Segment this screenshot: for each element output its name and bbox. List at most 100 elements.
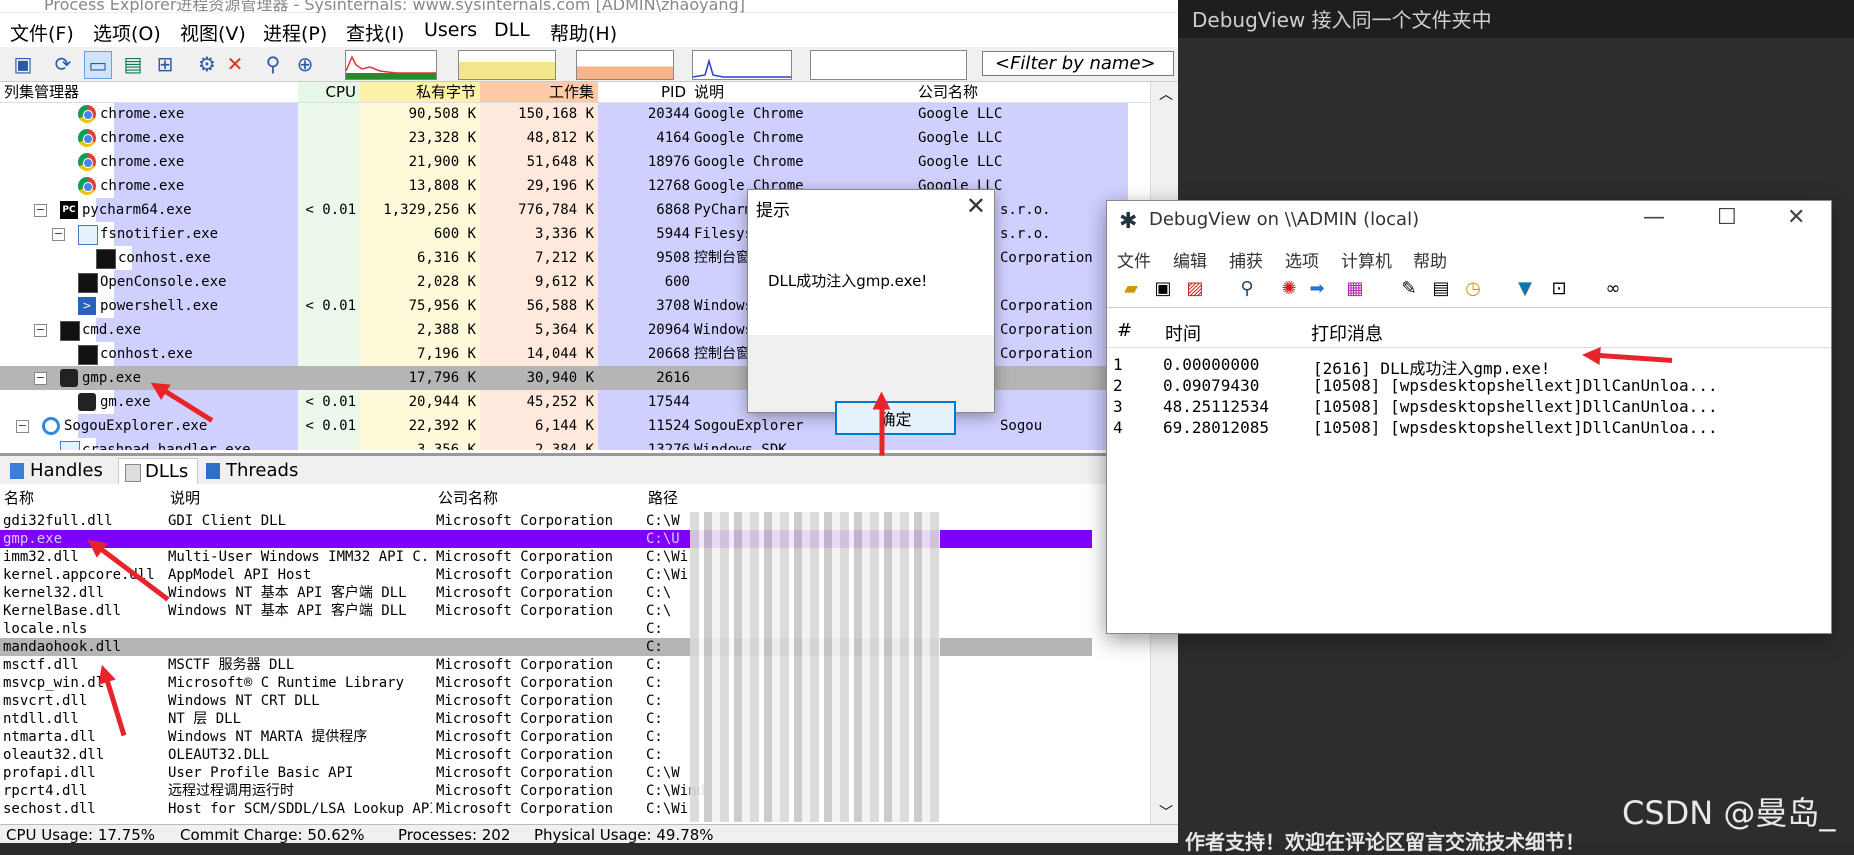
minimize-icon[interactable]: — <box>1643 205 1665 230</box>
tab-handles[interactable]: Handles <box>4 458 116 484</box>
clock-icon[interactable]: ◷ <box>1461 277 1485 301</box>
process-private-bytes: 22,392 K <box>408 418 476 434</box>
menu-find[interactable]: 查找(I) <box>346 19 404 46</box>
tree-expander[interactable]: − <box>34 324 47 337</box>
process-private-bytes: 2,028 K <box>416 274 476 290</box>
commit-graph[interactable] <box>458 50 556 80</box>
process-explorer-window: Process Explorer进程资源管理器 - Sysinternals: … <box>0 0 1178 843</box>
pin-icon[interactable]: ⊡ <box>1547 277 1571 301</box>
dv-col-num[interactable]: # <box>1117 320 1132 341</box>
arrow-ok-button <box>879 405 885 456</box>
close-icon[interactable]: ✕ <box>1787 205 1805 230</box>
process-private-bytes: 2,388 K <box>416 322 476 338</box>
menu-view[interactable]: 视图(V) <box>180 19 246 46</box>
dv-log-row[interactable]: 2 0.09079430 [10508] [wpsdesktopshellext]D… <box>1107 376 1831 397</box>
dll-company: Microsoft Corporation <box>436 549 614 565</box>
sysinfo-icon[interactable]: ▤ <box>120 51 146 77</box>
save-icon[interactable]: ▣ <box>10 51 36 77</box>
ok-button[interactable]: 确定 <box>835 401 956 435</box>
col-working-header[interactable]: 工作集 <box>480 82 598 102</box>
dv-log-grid: # 时间 打印消息 1 0.00000000 [2616] DLL成功注入gmp.e… <box>1107 317 1831 629</box>
process-pid: 12768 <box>647 178 690 194</box>
dv-row-num: 1 <box>1113 355 1123 374</box>
filter-icon[interactable]: ▼ <box>1513 277 1537 301</box>
filter-input[interactable]: <Filter by name> <box>982 51 1174 76</box>
dv-col-msg[interactable]: 打印消息 <box>1311 320 1383 346</box>
dv-menu-computer[interactable]: 计算机 <box>1341 247 1392 272</box>
dv-log-row[interactable]: 4 69.28012085 [10508] [wpsdesktopshellext]… <box>1107 418 1831 439</box>
kill-icon[interactable]: ✕ <box>222 51 248 77</box>
dv-menu-help[interactable]: 帮助 <box>1413 247 1447 272</box>
io-graph[interactable] <box>576 50 674 80</box>
maximize-icon[interactable]: ☐ <box>1717 205 1737 230</box>
col-private-header[interactable]: 私有字节 <box>360 82 480 102</box>
col-pid-header[interactable]: PID <box>598 82 690 102</box>
save-icon[interactable]: ▣ <box>1151 277 1175 301</box>
close-icon[interactable]: ✕ <box>966 192 986 220</box>
col-name-header[interactable]: 列集管理器 <box>0 82 298 102</box>
forward-icon[interactable]: ➡ <box>1305 277 1329 301</box>
list-icon[interactable]: ▤ <box>1429 277 1453 301</box>
col-company-header[interactable]: 公司名称 <box>914 82 1126 102</box>
capture-icon[interactable]: ✺ <box>1277 277 1301 301</box>
find-icon[interactable]: ⚲ <box>260 51 286 77</box>
status-physical: Physical Usage: 49.78% <box>534 826 714 843</box>
dll-scroll-down-icon[interactable]: ﹀ <box>1159 802 1173 822</box>
process-working-set: 56,588 K <box>526 298 594 314</box>
dv-col-time[interactable]: 时间 <box>1165 320 1201 346</box>
scroll-up-icon[interactable]: ︿ <box>1159 84 1173 104</box>
dll-col-desc-header[interactable]: 说明 <box>166 488 434 508</box>
status-cpu: CPU Usage: 17.75% <box>6 826 156 843</box>
tree-icon[interactable]: ⊞ <box>152 51 178 77</box>
find-icon[interactable]: ⚲ <box>1235 277 1259 301</box>
tab-dlls[interactable]: DLLs <box>118 458 198 484</box>
dll-name: oleaut32.dll <box>3 747 105 763</box>
status-commit: Commit Charge: 50.62% <box>180 826 365 843</box>
open-icon[interactable]: ▰ <box>1119 277 1143 301</box>
gpu-graph[interactable] <box>810 50 967 80</box>
process-row[interactable]: chrome.exe 23,328 K 48,812 K 4164 Google Chr… <box>0 126 1130 150</box>
process-row[interactable]: − SogouExplorer.exe < 0.01 22,392 K 6,144 K 1… <box>0 414 1130 438</box>
process-private-bytes: 600 K <box>433 226 476 242</box>
process-row[interactable]: chrome.exe 21,900 K 51,648 K 18976 Google Ch… <box>0 150 1130 174</box>
col-cpu-header[interactable]: CPU <box>298 82 360 102</box>
dll-col-path-header[interactable]: 路径 <box>644 488 1044 508</box>
col-desc-header[interactable]: 说明 <box>690 82 914 102</box>
menu-file[interactable]: 文件(F) <box>10 19 74 46</box>
edit-icon[interactable]: ✎ <box>1397 277 1421 301</box>
dv-menu-options[interactable]: 选项 <box>1285 247 1319 272</box>
process-cpu <box>298 246 356 270</box>
menu-process[interactable]: 进程(P) <box>263 19 327 46</box>
target-icon[interactable]: ⊕ <box>292 51 318 77</box>
dv-log-row[interactable]: 3 48.25112534 [10508] [wpsdesktopshellext]… <box>1107 397 1831 418</box>
window-icon[interactable]: ▭ <box>84 51 112 79</box>
menu-users[interactable]: Users <box>424 19 477 41</box>
dll-col-company-header[interactable]: 公司名称 <box>434 488 644 508</box>
tab-threads[interactable]: Threads <box>200 458 310 484</box>
network-graph[interactable] <box>692 50 792 80</box>
dll-col-name-header[interactable]: 名称 <box>0 488 166 508</box>
dv-log-row[interactable]: 1 0.00000000 [2616] DLL成功注入gmp.exe! <box>1107 355 1831 378</box>
menu-help[interactable]: 帮助(H) <box>550 19 617 46</box>
threads-icon <box>206 463 220 479</box>
menu-options[interactable]: 选项(O) <box>93 19 161 46</box>
menu-dll[interactable]: DLL <box>494 19 530 41</box>
tree-expander[interactable]: − <box>34 372 47 385</box>
tree-expander[interactable]: − <box>16 420 29 433</box>
process-cpu <box>298 270 356 294</box>
process-cpu <box>298 150 356 174</box>
dv-menu-file[interactable]: 文件 <box>1117 247 1151 272</box>
highlight-icon[interactable]: ▦ <box>1343 277 1367 301</box>
process-working-set: 29,196 K <box>526 178 594 194</box>
clear-icon[interactable]: ▨ <box>1183 277 1207 301</box>
process-row[interactable]: chrome.exe 90,508 K 150,168 K 20344 Google C… <box>0 102 1130 126</box>
tree-expander[interactable]: − <box>34 204 47 217</box>
properties-icon[interactable]: ⚙ <box>194 51 220 77</box>
process-row[interactable]: crashpad_handler.exe 3,356 K 2,384 K 13276 W… <box>0 438 1130 450</box>
binoculars-icon[interactable]: ∞ <box>1601 277 1625 301</box>
dv-menu-edit[interactable]: 编辑 <box>1173 247 1207 272</box>
dv-menu-capture[interactable]: 捕获 <box>1229 247 1263 272</box>
cpu-graph[interactable] <box>345 50 437 80</box>
refresh-icon[interactable]: ⟳ <box>50 51 76 77</box>
tree-expander[interactable]: − <box>52 228 65 241</box>
